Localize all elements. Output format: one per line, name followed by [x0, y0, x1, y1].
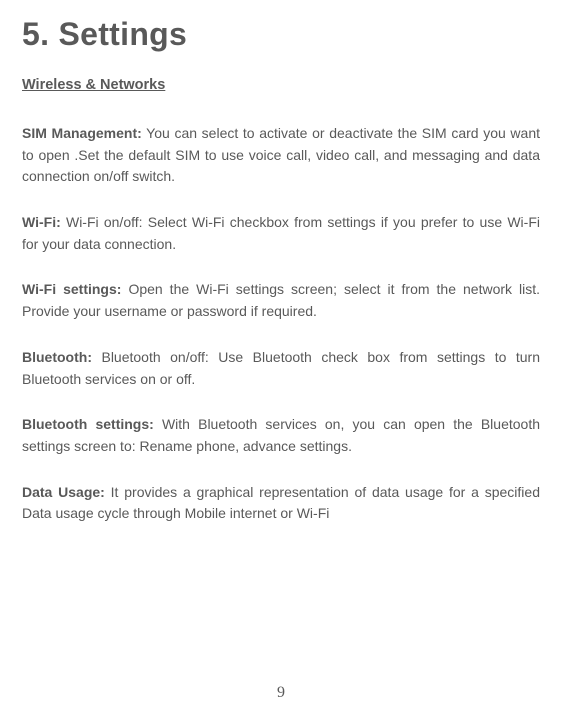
text-bluetooth: Bluetooth on/off: Use Bluetooth check bo…	[22, 349, 540, 387]
paragraph-data-usage: Data Usage: It provides a graphical repr…	[22, 482, 540, 525]
page-number: 9	[0, 684, 562, 702]
paragraph-bluetooth-settings: Bluetooth settings: With Bluetooth servi…	[22, 414, 540, 457]
label-wifi: Wi-Fi:	[22, 214, 61, 230]
text-wifi: Wi-Fi on/off: Select Wi-Fi checkbox from…	[22, 214, 540, 252]
paragraph-wifi: Wi-Fi: Wi-Fi on/off: Select Wi-Fi checkb…	[22, 212, 540, 255]
label-wifi-settings: Wi-Fi settings:	[22, 281, 121, 297]
label-bluetooth: Bluetooth:	[22, 349, 92, 365]
paragraph-bluetooth: Bluetooth: Bluetooth on/off: Use Bluetoo…	[22, 347, 540, 390]
label-bluetooth-settings: Bluetooth settings:	[22, 416, 154, 432]
label-data-usage: Data Usage:	[22, 484, 105, 500]
paragraph-sim-management: SIM Management: You can select to activa…	[22, 123, 540, 188]
label-sim-management: SIM Management:	[22, 125, 142, 141]
paragraph-wifi-settings: Wi-Fi settings: Open the Wi-Fi settings …	[22, 279, 540, 322]
page-title: 5. Settings	[22, 16, 540, 53]
document-page: 5. Settings Wireless & Networks SIM Mana…	[0, 0, 562, 525]
section-subheading: Wireless & Networks	[22, 77, 540, 93]
